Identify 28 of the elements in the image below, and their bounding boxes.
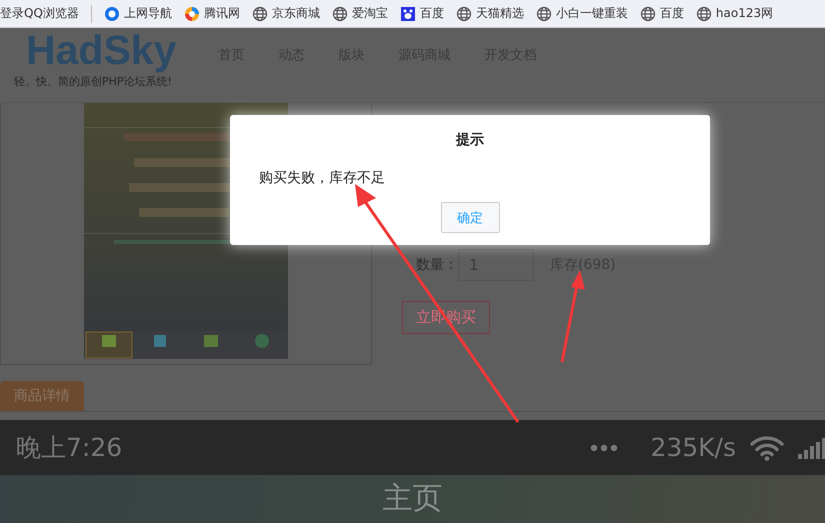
globe-icon [640,6,656,22]
signal-icon [798,436,825,458]
bookmark-link[interactable]: hao123网 [696,4,774,24]
more-dots-icon [590,444,618,452]
bookmark-link[interactable]: 小白一键重装 [536,4,628,24]
dialog-title: 提示 [454,131,485,149]
bookmark-link[interactable]: 百度 [400,4,444,24]
bookmark-link[interactable]: 腾讯网 [184,4,240,24]
bookmark-link[interactable]: 京东商城 [252,4,320,24]
globe-icon [332,6,348,22]
globe-icon [536,6,552,22]
bookmark-link[interactable]: 登录QQ浏览器 [0,4,79,24]
bookmark-link[interactable]: 爱淘宝 [332,4,388,24]
bookmark-link[interactable]: 上网导航 [104,4,172,24]
bookmark-link[interactable]: 百度 [640,4,684,24]
paw-icon [400,6,416,22]
status-time: 晚上7:26 [16,432,122,464]
globe-icon [456,6,472,22]
dialog-message: 购买失败，库存不足 [259,169,386,187]
wifi-icon [750,434,784,460]
browser-icon [104,6,120,22]
colored-circle-icon [184,6,200,22]
page-title: 主页 [382,480,442,518]
bookmark-link[interactable]: 天猫精选 [456,4,524,24]
network-speed: 235K/s [650,433,736,462]
globe-icon [252,6,268,22]
site-tagline: 轻、快、简的原创PHP论坛系统! [14,74,173,89]
globe-icon [696,6,712,22]
